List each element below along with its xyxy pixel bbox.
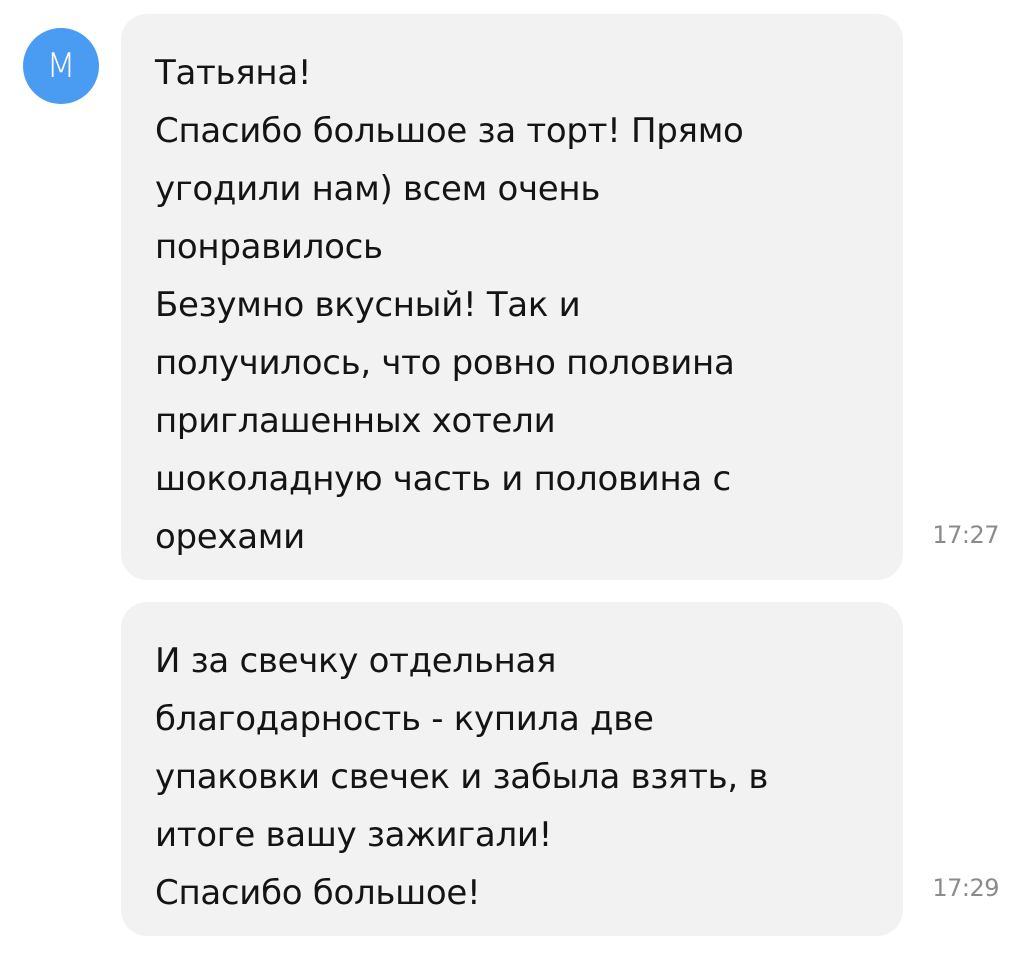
- message-bubble[interactable]: Татьяна! Спасибо большое за торт! Прямо …: [121, 14, 903, 580]
- message-time: 17:27: [932, 521, 999, 549]
- sender-avatar[interactable]: М: [23, 28, 99, 104]
- message-bubble[interactable]: И за свечку отдельная благодарность - ку…: [121, 602, 903, 936]
- message-text: И за свечку отдельная благодарность - ку…: [155, 641, 769, 913]
- avatar-initial: М: [46, 46, 76, 86]
- message-text: Татьяна! Спасибо большое за торт! Прямо …: [155, 53, 744, 557]
- message-time: 17:29: [932, 874, 999, 902]
